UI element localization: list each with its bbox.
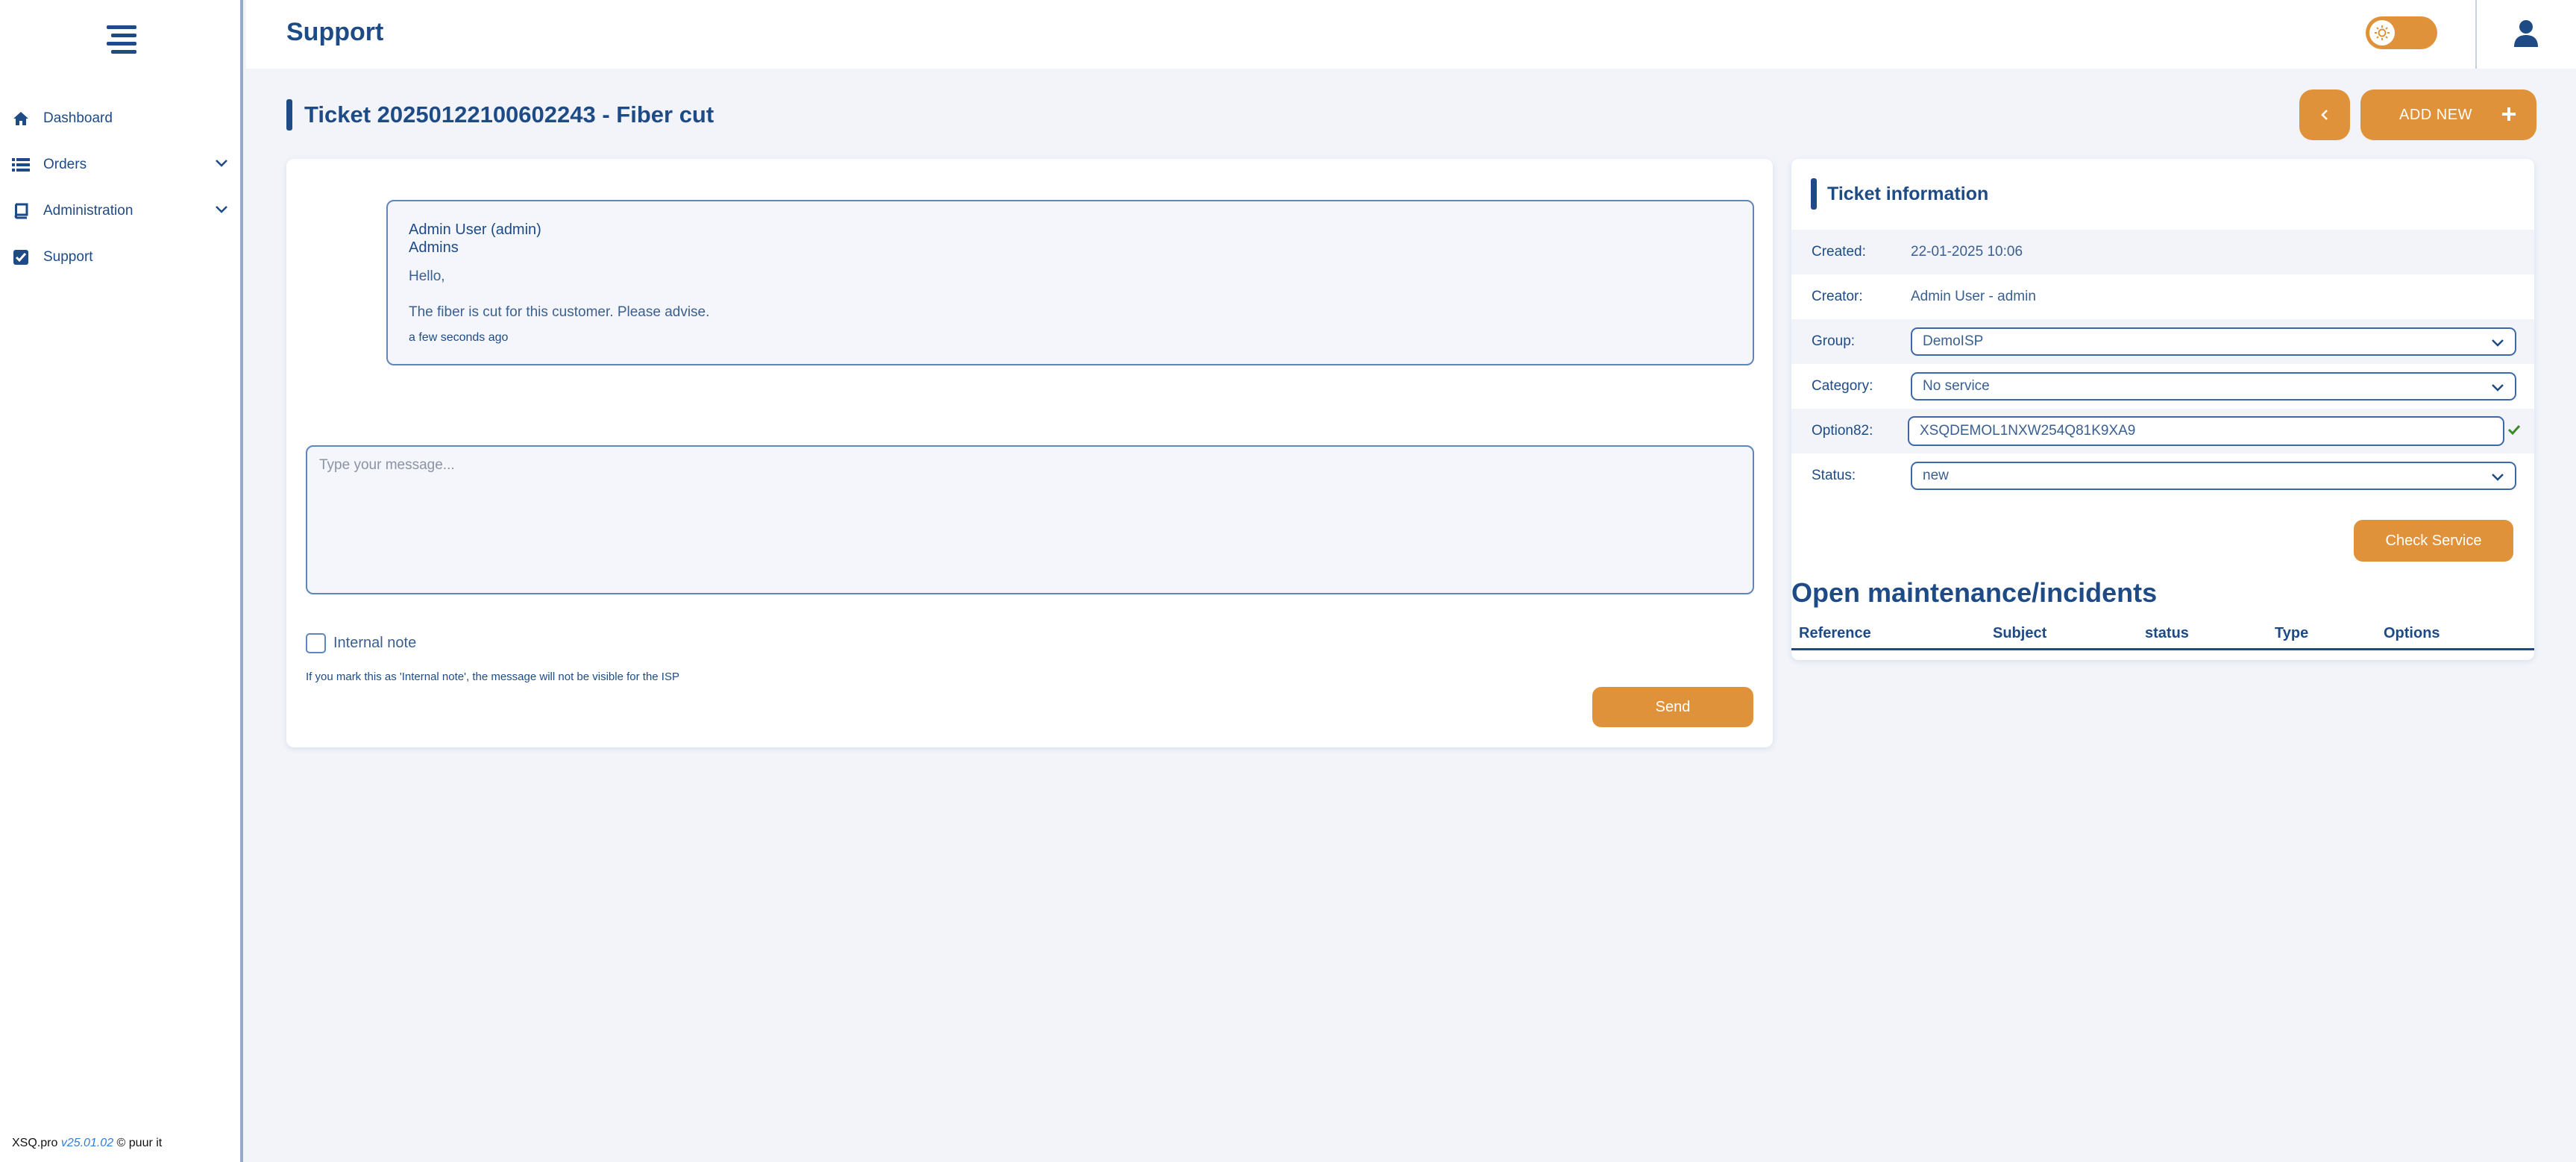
creator-label: Creator: <box>1812 289 1863 304</box>
group-row: Group: DemoISP <box>1791 319 2534 364</box>
send-button[interactable]: Send <box>1592 687 1753 727</box>
sidebar-item-label: Orders <box>43 157 87 172</box>
sidebar-item-support[interactable]: Support <box>0 234 243 280</box>
ticket-heading: Ticket 20250122100602243 - Fiber cut <box>286 99 714 131</box>
created-row: Created: 22-01-2025 10:06 <box>1791 230 2534 274</box>
status-label: Status: <box>1812 468 1856 483</box>
add-new-button[interactable]: ADD NEW <box>2360 89 2536 140</box>
chevron-down-icon <box>2491 380 2504 397</box>
home-icon <box>12 110 30 128</box>
footer-brand: XSQ.pro v25.01.02 © puur it <box>12 1137 162 1150</box>
created-value: 22-01-2025 10:06 <box>1911 244 2023 260</box>
message-time: a few seconds ago <box>409 331 509 344</box>
group-select[interactable]: DemoISP <box>1911 327 2516 356</box>
check-icon <box>2507 424 2521 439</box>
internal-note-label: Internal note <box>333 635 417 651</box>
option82-label: Option82: <box>1812 423 1873 439</box>
sidebar-nav: Dashboard Orders Administration Support <box>0 95 243 280</box>
top-bar: Support <box>246 0 2576 69</box>
message-body: The fiber is cut for this customer. Plea… <box>409 304 710 320</box>
user-icon[interactable] <box>2513 19 2539 48</box>
ticket-info-heading: Ticket information <box>1811 178 1988 210</box>
plus-icon <box>2501 106 2517 126</box>
category-label: Category: <box>1812 378 1873 394</box>
list-icon <box>12 156 30 174</box>
category-row: Category: No service <box>1791 364 2534 409</box>
sidebar: Dashboard Orders Administration Support … <box>0 0 243 1162</box>
internal-note-checkbox[interactable] <box>306 633 326 653</box>
chevron-left-icon <box>2321 110 2328 120</box>
sidebar-item-label: Dashboard <box>43 110 113 126</box>
group-label: Group: <box>1812 333 1856 349</box>
maintenance-table-header: Reference Subject status Type Options <box>1791 618 2534 650</box>
back-button[interactable] <box>2299 89 2350 140</box>
message-input[interactable] <box>306 445 1754 594</box>
chevron-down-icon[interactable] <box>215 204 228 218</box>
heading-accent-bar <box>286 99 292 131</box>
sidebar-item-label: Support <box>43 249 93 265</box>
book-icon <box>12 202 30 220</box>
message-author: Admin User (admin) <box>409 222 541 238</box>
sun-icon <box>2369 20 2395 45</box>
created-label: Created: <box>1812 244 1866 260</box>
message-group: Admins <box>409 239 459 256</box>
brand-name: XSQ.pro <box>12 1137 58 1149</box>
category-select[interactable]: No service <box>1911 372 2516 401</box>
add-new-label: ADD NEW <box>2399 106 2472 123</box>
checkbox-icon <box>12 248 30 266</box>
status-select-value: new <box>1923 468 1949 483</box>
chevron-down-icon[interactable] <box>215 158 228 172</box>
version-link[interactable]: v25.01.02 <box>61 1137 113 1149</box>
menu-toggle-icon[interactable] <box>107 25 136 54</box>
group-select-value: DemoISP <box>1923 333 1984 349</box>
option82-input[interactable] <box>1908 416 2504 446</box>
column-header-type[interactable]: Type <box>2275 625 2308 642</box>
column-header-options[interactable]: Options <box>2384 625 2440 642</box>
maintenance-title: Open maintenance/incidents <box>1791 577 2158 608</box>
conversation-card: Admin User (admin) Admins Hello, The fib… <box>286 159 1773 747</box>
message-bubble: Admin User (admin) Admins Hello, The fib… <box>386 200 1754 365</box>
header-divider <box>2475 0 2477 69</box>
copyright: © puur it <box>116 1137 163 1149</box>
creator-row: Creator: Admin User - admin <box>1791 274 2534 319</box>
status-select[interactable]: new <box>1911 462 2516 490</box>
column-header-status[interactable]: status <box>2145 625 2189 642</box>
check-service-button[interactable]: Check Service <box>2354 520 2513 562</box>
column-header-subject[interactable]: Subject <box>1993 625 2046 642</box>
ticket-title: Ticket 20250122100602243 - Fiber cut <box>304 101 714 128</box>
message-greeting: Hello, <box>409 268 445 284</box>
status-row: Status: new <box>1791 453 2534 498</box>
sidebar-item-dashboard[interactable]: Dashboard <box>0 95 243 142</box>
category-select-value: No service <box>1923 378 1990 394</box>
theme-toggle[interactable] <box>2366 16 2437 49</box>
column-header-reference[interactable]: Reference <box>1799 625 1871 642</box>
sidebar-item-orders[interactable]: Orders <box>0 142 243 188</box>
sidebar-item-label: Administration <box>43 203 133 219</box>
internal-note-hint: If you mark this as 'Internal note', the… <box>306 670 679 683</box>
heading-accent-bar <box>1811 178 1817 210</box>
option82-row: Option82: <box>1791 409 2534 453</box>
chevron-down-icon <box>2491 470 2504 486</box>
chevron-down-icon <box>2491 336 2504 352</box>
sidebar-item-administration[interactable]: Administration <box>0 188 243 234</box>
page-title: Support <box>286 18 384 46</box>
internal-note-row: Internal note <box>306 633 416 653</box>
creator-value: Admin User - admin <box>1911 289 2036 304</box>
ticket-info-title: Ticket information <box>1827 183 1989 204</box>
